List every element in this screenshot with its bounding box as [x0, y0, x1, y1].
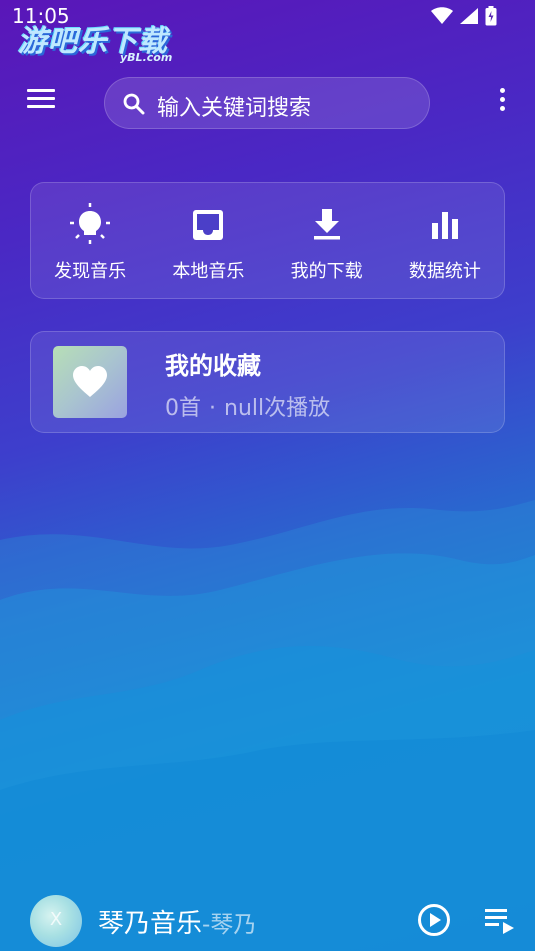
app-screen: 11:05 游吧乐下载 yBL.com 输入关键词搜索 发现音乐 本地音乐 我的… — [0, 0, 535, 951]
playlist-queue-icon[interactable] — [483, 905, 515, 935]
quick-nav-card: 发现音乐 本地音乐 我的下载 数据统计 — [30, 182, 505, 299]
nav-local-music-label: 本地音乐 — [172, 261, 245, 282]
player-artist: -琴乃 — [202, 912, 257, 938]
nav-discover-music[interactable]: 发现音乐 — [31, 183, 149, 298]
lightbulb-icon — [70, 203, 111, 244]
avatar-letter: X — [49, 909, 63, 930]
nav-my-downloads[interactable]: 我的下载 — [268, 183, 386, 298]
more-options-button[interactable] — [492, 88, 512, 116]
play-circle-icon[interactable] — [417, 903, 451, 937]
favorites-subtitle: 0首 · null次播放 — [165, 390, 330, 422]
player-song-title: 琴乃音乐 — [98, 909, 203, 939]
background-waves — [0, 500, 535, 951]
favorites-card[interactable]: 我的收藏 0首 · null次播放 — [30, 331, 505, 433]
player-now-playing[interactable]: 琴乃音乐-琴乃 — [98, 903, 256, 940]
favorites-title: 我的收藏 — [165, 352, 261, 380]
player-cover-avatar[interactable]: X — [30, 895, 82, 947]
battery-icon — [485, 6, 497, 26]
wifi-icon — [431, 7, 453, 24]
menu-icon — [27, 89, 55, 92]
favorites-count: 0首 — [165, 396, 201, 421]
status-icons — [431, 6, 497, 26]
nav-discover-music-label: 发现音乐 — [54, 261, 127, 282]
separator-dot: · — [209, 396, 216, 421]
nav-statistics-label: 数据统计 — [408, 261, 481, 282]
favorites-play-count: null次播放 — [224, 396, 331, 421]
menu-button[interactable] — [27, 89, 57, 113]
favorites-thumbnail — [53, 346, 127, 418]
signal-icon — [460, 8, 478, 24]
watermark-domain: yBL.com — [120, 51, 173, 64]
nav-local-music[interactable]: 本地音乐 — [149, 183, 267, 298]
heart-icon — [73, 366, 107, 397]
inbox-icon — [193, 210, 224, 240]
nav-my-downloads-label: 我的下载 — [290, 261, 363, 282]
bar-chart-icon — [431, 212, 458, 239]
more-vert-icon — [499, 88, 505, 93]
search-placeholder: 输入关键词搜索 — [157, 96, 312, 121]
search-icon — [123, 93, 145, 115]
download-icon — [313, 209, 340, 240]
nav-statistics[interactable]: 数据统计 — [386, 183, 504, 298]
search-input[interactable]: 输入关键词搜索 — [104, 77, 430, 129]
